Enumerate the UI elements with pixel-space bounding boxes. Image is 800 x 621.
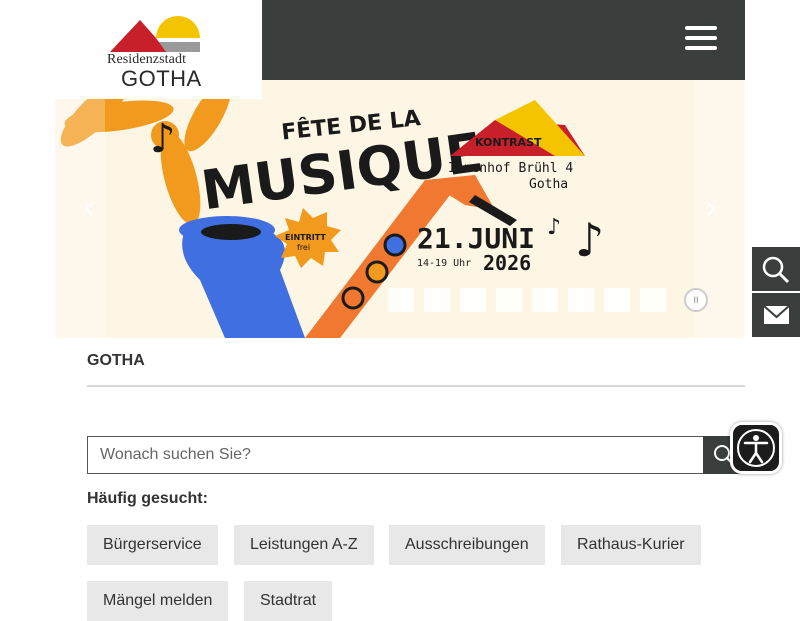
- quicklink-buergerservice[interactable]: Bürgerservice: [87, 525, 218, 565]
- header-bar: [262, 0, 745, 80]
- floating-search-button[interactable]: [752, 247, 800, 291]
- quicklink-stadtrat[interactable]: Stadtrat: [244, 581, 333, 621]
- slider-dot-6[interactable]: [568, 288, 594, 312]
- search-icon: [762, 256, 790, 284]
- svg-text:EINTRITT: EINTRITT: [285, 233, 326, 242]
- quicklink-leistungen[interactable]: Leistungen A-Z: [234, 525, 374, 565]
- svg-text:2026: 2026: [483, 251, 531, 275]
- quicklink-rathaus-kurier[interactable]: Rathaus-Kurier: [561, 525, 701, 565]
- accessibility-icon: [737, 429, 775, 467]
- breadcrumb[interactable]: GOTHA: [87, 352, 145, 370]
- chevron-left-icon[interactable]: ‹: [75, 190, 103, 226]
- svg-text:KONTRAST: KONTRAST: [475, 136, 542, 149]
- svg-text:Innenhof Brühl 4: Innenhof Brühl 4: [448, 161, 573, 176]
- slider-dot-4[interactable]: [496, 288, 522, 312]
- svg-text:14-19 Uhr: 14-19 Uhr: [417, 258, 471, 269]
- search-input[interactable]: [87, 436, 704, 474]
- frequent-searches-heading: Häufig gesucht:: [87, 490, 208, 507]
- svg-text:♪: ♪: [575, 213, 604, 267]
- svg-text:♪: ♪: [547, 215, 561, 240]
- slider-dots: II: [388, 288, 708, 312]
- pause-button[interactable]: II: [684, 288, 708, 312]
- slider-dot-2[interactable]: [424, 288, 450, 312]
- logo-text-gotha: GOTHA: [121, 66, 202, 91]
- logo-mark: [110, 16, 200, 52]
- mail-icon: [763, 305, 790, 324]
- hero-slider[interactable]: ♪ ♪ ♪ FÊTE DE LA MUSIQUE EINTRITT frei K…: [55, 80, 745, 338]
- site-logo[interactable]: Residenzstadt GOTHA: [55, 0, 262, 99]
- slider-dot-7[interactable]: [604, 288, 630, 312]
- accessibility-button[interactable]: [730, 422, 782, 474]
- svg-text:frei: frei: [297, 243, 310, 252]
- slider-dot-1[interactable]: [388, 288, 414, 312]
- svg-text:♪: ♪: [150, 116, 176, 162]
- slider-dot-8[interactable]: [640, 288, 666, 312]
- svg-text:Gotha: Gotha: [529, 177, 568, 192]
- hamburger-icon[interactable]: [682, 26, 720, 56]
- slider-dot-3[interactable]: [460, 288, 486, 312]
- floating-mail-button[interactable]: [752, 293, 800, 337]
- quicklink-maengel-melden[interactable]: Mängel melden: [87, 581, 229, 621]
- quicklink-ausschreibungen[interactable]: Ausschreibungen: [389, 525, 545, 565]
- slider-dot-5[interactable]: [532, 288, 558, 312]
- chevron-right-icon[interactable]: ›: [697, 190, 725, 226]
- divider: [87, 385, 745, 387]
